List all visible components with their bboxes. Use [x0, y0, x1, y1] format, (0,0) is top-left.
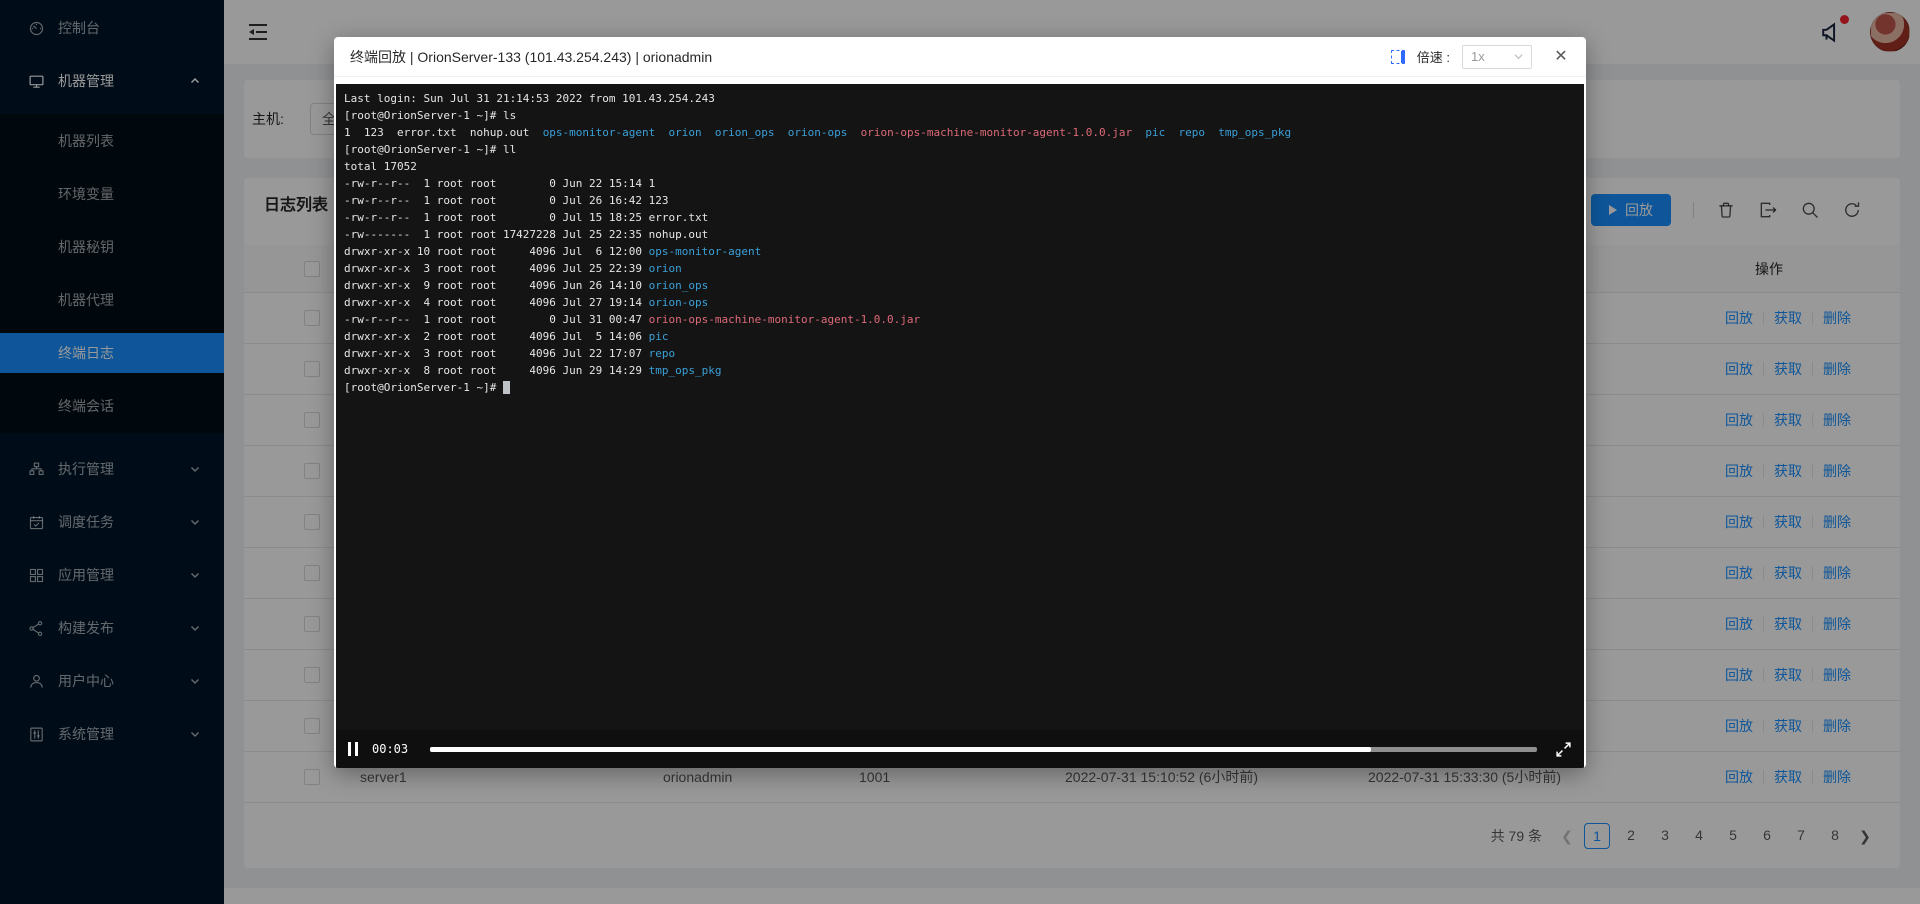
progress-played [430, 747, 1371, 752]
terminal-line: -rw-r--r-- 1 root root 0 Jun 22 15:14 1 [344, 175, 1576, 192]
terminal-line: drwxr-xr-x 4 root root 4096 Jul 27 19:14… [344, 294, 1576, 311]
terminal-line: drwxr-xr-x 10 root root 4096 Jul 6 12:00… [344, 243, 1576, 260]
modal-title: 终端回放 | OrionServer-133 (101.43.254.243) … [350, 47, 1391, 67]
dotted-frame-icon[interactable] [1391, 50, 1405, 64]
terminal-line: [root@OrionServer-1 ~]# [344, 379, 1576, 396]
terminal-line: [root@OrionServer-1 ~]# ls [344, 107, 1576, 124]
terminal-line: -rw------- 1 root root 17427228 Jul 25 2… [344, 226, 1576, 243]
fullscreen-icon[interactable] [1555, 741, 1572, 758]
terminal-line: Last login: Sun Jul 31 21:14:53 2022 fro… [344, 90, 1576, 107]
player-controls: 00:03 [336, 730, 1584, 768]
terminal-line: drwxr-xr-x 2 root root 4096 Jul 5 14:06 … [344, 328, 1576, 345]
terminal-line: total 17052 [344, 158, 1576, 175]
terminal-cursor [503, 381, 510, 394]
terminal-line: 1 123 error.txt nohup.out ops-monitor-ag… [344, 124, 1576, 141]
terminal-line: -rw-r--r-- 1 root root 0 Jul 31 00:47 or… [344, 311, 1576, 328]
speed-label: 倍速 : [1417, 47, 1450, 66]
close-icon[interactable]: ✕ [1550, 46, 1572, 68]
terminal-line: drwxr-xr-x 3 root root 4096 Jul 25 22:39… [344, 260, 1576, 277]
terminal-line: drwxr-xr-x 8 root root 4096 Jun 29 14:29… [344, 362, 1576, 379]
modal-header: 终端回放 | OrionServer-133 (101.43.254.243) … [334, 37, 1586, 77]
terminal-line: drwxr-xr-x 3 root root 4096 Jul 22 17:07… [344, 345, 1576, 362]
speed-select[interactable]: 1x [1462, 45, 1532, 69]
terminal-line: drwxr-xr-x 9 root root 4096 Jun 26 14:10… [344, 277, 1576, 294]
player-time: 00:03 [372, 742, 412, 756]
progress-bar[interactable] [430, 747, 1537, 752]
chevron-down-icon [1514, 52, 1523, 61]
terminal-line: -rw-r--r-- 1 root root 0 Jul 15 18:25 er… [344, 209, 1576, 226]
terminal-line: [root@OrionServer-1 ~]# ll [344, 141, 1576, 158]
terminal-line: -rw-r--r-- 1 root root 0 Jul 26 16:42 12… [344, 192, 1576, 209]
terminal-replay-modal: 终端回放 | OrionServer-133 (101.43.254.243) … [334, 37, 1586, 768]
terminal-output: Last login: Sun Jul 31 21:14:53 2022 fro… [336, 84, 1584, 730]
pause-button[interactable] [348, 742, 358, 756]
